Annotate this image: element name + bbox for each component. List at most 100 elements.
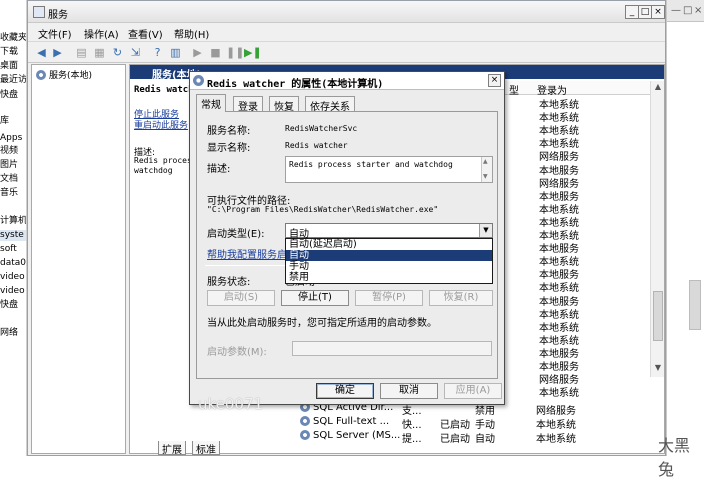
scroll-down-icon[interactable]: ▼ <box>483 173 488 180</box>
sidebar-item[interactable]: 桌面 <box>0 61 26 72</box>
sidebar-item[interactable]: video <box>0 286 26 297</box>
table-row[interactable]: 本地系统 <box>509 226 659 242</box>
table-row[interactable]: 网络服务 <box>509 147 659 163</box>
table-row[interactable]: 本地系统 <box>509 278 659 294</box>
menu-file[interactable]: 文件(F) <box>38 26 72 41</box>
table-row[interactable]: 本地系统 <box>509 331 659 347</box>
background-scrollbar-thumb[interactable] <box>689 280 701 330</box>
table-row[interactable]: 本地系统 <box>509 252 659 268</box>
restart-service-link[interactable]: 重启动此服务 <box>134 118 188 131</box>
scroll-down-icon[interactable]: ▼ <box>651 363 664 375</box>
table-row[interactable]: 本地系统 <box>509 108 659 124</box>
table-row[interactable]: 本地系统 <box>509 213 659 229</box>
table-row[interactable]: 本地系统 <box>509 318 659 334</box>
tab-standard[interactable]: 标准 <box>192 441 220 456</box>
menu-help[interactable]: 帮助(H) <box>174 26 209 41</box>
tab-dependencies[interactable]: 依存关系 <box>305 96 355 113</box>
properties-list-icon[interactable]: ▦ <box>92 45 107 60</box>
startup-option-delayed[interactable]: 自动(延迟启动) <box>286 239 492 250</box>
refresh-icon[interactable]: ↻ <box>110 45 125 60</box>
sidebar-item[interactable]: 库 <box>0 116 26 127</box>
back-arrow-icon[interactable]: ◀ <box>34 45 49 60</box>
table-row[interactable]: 本地系统 <box>509 95 659 111</box>
export-list-icon[interactable]: ⇲ <box>128 45 143 60</box>
table-row[interactable]: 网络服务 <box>509 174 659 190</box>
minimize-button[interactable]: _ <box>625 5 639 19</box>
sidebar-item[interactable]: syste <box>0 230 26 241</box>
scroll-up-icon[interactable]: ▲ <box>651 82 664 94</box>
sidebar-item[interactable]: Apps <box>0 133 26 144</box>
apply-button[interactable]: 应用(A) <box>444 383 502 399</box>
table-row[interactable]: 网络服务 <box>509 370 659 386</box>
scrollbar-thumb[interactable] <box>653 291 663 341</box>
menu-action[interactable]: 操作(A) <box>84 26 119 41</box>
tab-logon[interactable]: 登录 <box>233 96 263 113</box>
sidebar-item[interactable]: 快盘 <box>0 90 26 101</box>
tab-general[interactable]: 常规 <box>196 94 226 112</box>
sidebar-item[interactable]: 图片 <box>0 160 26 171</box>
sidebar-item[interactable]: 音乐 <box>0 188 26 199</box>
table-row[interactable]: 本地系统 <box>509 121 659 137</box>
configure-startup-help-link[interactable]: 帮助我配置服务启动 <box>207 246 297 261</box>
sidebar-item[interactable]: data0 <box>0 258 26 269</box>
sidebar-item[interactable]: 最近访 <box>0 75 26 86</box>
ok-button[interactable]: 确定 <box>316 383 374 399</box>
table-row[interactable]: 本地服务 <box>509 187 659 203</box>
tree-node-services-local[interactable]: 服务(本地) <box>36 68 92 81</box>
service-gear-icon <box>300 416 310 426</box>
table-row[interactable]: 本地服务 <box>509 239 659 255</box>
sidebar-item[interactable]: 下载 <box>0 47 26 58</box>
table-row[interactable]: 本地服务 <box>509 344 659 360</box>
pause-service-icon[interactable]: ❚❚ <box>226 45 244 60</box>
startup-option-disabled[interactable]: 禁用 <box>286 272 492 283</box>
stop-service-icon[interactable]: ■ <box>208 45 223 60</box>
sidebar-item[interactable]: 视频 <box>0 146 26 157</box>
resume-button[interactable]: 恢复(R) <box>429 290 493 306</box>
start-button[interactable]: 启动(S) <box>207 290 275 306</box>
sidebar-item[interactable]: 文档 <box>0 174 26 185</box>
restart-service-icon[interactable]: ▶❚ <box>244 45 262 60</box>
stop-button[interactable]: 停止(T) <box>281 290 349 306</box>
description-field[interactable]: Redis process starter and watchdog ▲ ▼ <box>285 156 493 183</box>
console-tree-icon[interactable]: ▤ <box>74 45 89 60</box>
maximize-button[interactable]: □ <box>638 5 652 19</box>
help-icon[interactable]: ? <box>150 45 165 60</box>
sidebar-item[interactable]: 收藏夹 <box>0 33 26 44</box>
start-params-input[interactable] <box>292 341 492 356</box>
sidebar-item[interactable]: soft <box>0 244 26 255</box>
table-row[interactable]: 本地服务 <box>509 161 659 177</box>
services-vertical-scrollbar[interactable]: ▲ ▼ <box>650 81 664 377</box>
table-row[interactable]: 本地系统 <box>509 305 659 321</box>
sidebar-item[interactable]: 网络 <box>0 328 26 339</box>
sidebar-item[interactable]: 快盘 <box>0 300 26 311</box>
dialog-close-button[interactable]: × <box>488 74 501 87</box>
sidebar-item[interactable]: video <box>0 272 26 283</box>
table-row[interactable]: SQL Server (MS... 提... 已启动 自动 本地系统 <box>300 429 660 445</box>
tab-recovery[interactable]: 恢复 <box>269 96 299 113</box>
startup-type-select[interactable]: 自动 ▼ <box>285 223 493 240</box>
table-row[interactable]: 本地服务 <box>509 265 659 281</box>
start-service-icon[interactable]: ▶ <box>190 45 205 60</box>
startup-option-manual[interactable]: 手动 <box>286 261 492 272</box>
table-row[interactable]: 本地服务 <box>509 357 659 373</box>
forward-arrow-icon[interactable]: ▶ <box>50 45 65 60</box>
close-icon[interactable]: × <box>694 5 702 16</box>
table-row[interactable]: 本地系统 <box>509 134 659 150</box>
scroll-up-icon[interactable]: ▲ <box>483 158 488 165</box>
table-row[interactable]: SQL Full-text ... 快... 已启动 手动 本地系统 <box>300 415 660 431</box>
restore-icon[interactable]: □ <box>683 5 692 16</box>
close-button[interactable]: × <box>651 5 665 19</box>
show-hide-icon[interactable]: ▥ <box>168 45 183 60</box>
description-scrollbar[interactable]: ▲ ▼ <box>481 157 492 182</box>
chevron-down-icon[interactable]: ▼ <box>479 224 492 237</box>
table-row[interactable]: 本地系统 <box>509 383 659 399</box>
pause-button[interactable]: 暂停(P) <box>355 290 423 306</box>
tab-extended[interactable]: 扩展 <box>158 441 186 456</box>
table-row[interactable]: 本地服务 <box>509 292 659 308</box>
menu-view[interactable]: 查看(V) <box>128 26 163 41</box>
minimize-icon[interactable]: — <box>671 5 681 16</box>
sidebar-item[interactable]: 计算机 <box>0 216 26 227</box>
table-row[interactable]: 本地系统 <box>509 200 659 216</box>
startup-option-automatic[interactable]: 自动 <box>286 250 492 261</box>
cancel-button[interactable]: 取消 <box>380 383 438 399</box>
